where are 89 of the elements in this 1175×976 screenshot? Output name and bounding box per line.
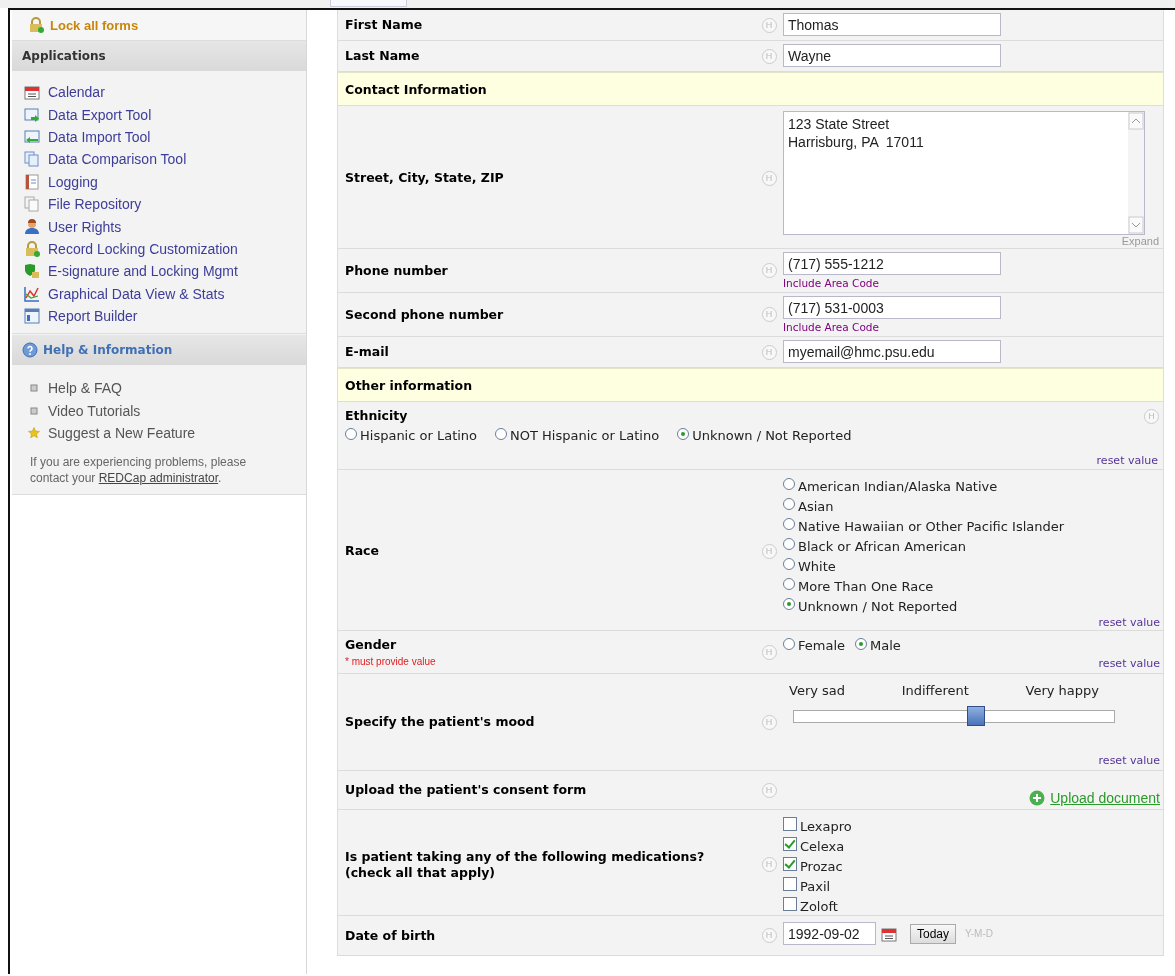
scale-label: Very happy	[1025, 683, 1099, 698]
user-icon	[24, 218, 40, 235]
help-link[interactable]: Suggest a New Feature	[48, 425, 196, 442]
field-label: Street, City, State, ZIP	[345, 170, 505, 186]
help-link[interactable]: Video Tutorials	[48, 402, 141, 419]
sidebar-link[interactable]: User Rights	[48, 218, 122, 235]
section-header: Applications	[12, 41, 306, 71]
sidebar-link[interactable]: Data Comparison Tool	[48, 151, 187, 168]
field-label: Upload the patient's consent form	[345, 782, 588, 798]
checkbox-option[interactable]: Zoloft	[783, 896, 1161, 916]
field-label: E-mail	[345, 344, 390, 360]
import-icon	[24, 128, 40, 145]
date-format: Y-M-D	[965, 928, 993, 939]
sidebar-link[interactable]: Logging	[48, 173, 98, 190]
field-label: Gender	[345, 637, 398, 653]
section-title: Help & Information	[43, 342, 173, 360]
admin-link[interactable]: REDCap administrator	[98, 471, 219, 486]
report-icon	[24, 308, 40, 325]
text-field[interactable]: myemail@hmc.psu.edu	[783, 340, 1001, 363]
star-icon	[28, 427, 40, 440]
sidebar-link[interactable]: Data Export Tool	[48, 106, 152, 123]
text-field[interactable]: (717) 531-0003	[783, 296, 1001, 319]
field-label: Race	[345, 543, 380, 559]
chart-icon	[24, 285, 40, 302]
scrollbar-icon	[1128, 112, 1144, 234]
shield-lock-icon	[24, 263, 40, 280]
bullet-icon	[28, 404, 40, 417]
radio-option[interactable]: Asian	[783, 496, 1161, 516]
required-note: * must provide value	[345, 656, 437, 667]
date-field[interactable]: 1992-09-02	[783, 922, 876, 945]
help-link[interactable]: Help & FAQ	[48, 380, 122, 397]
radio-option[interactable]: NOT Hispanic or Latino	[495, 428, 660, 443]
text-field[interactable]: (717) 555-1212	[783, 252, 1001, 275]
today-button[interactable]: Today	[910, 923, 957, 944]
section-header: Other information	[338, 368, 1163, 402]
lock-icon	[24, 240, 40, 257]
field-label: Ethnicity	[345, 408, 408, 424]
text-field[interactable]: Wayne	[783, 44, 1001, 67]
text-field[interactable]: Thomas	[783, 13, 1001, 36]
documents-icon	[24, 151, 40, 168]
reset-link[interactable]: reset value	[1098, 754, 1160, 767]
radio-option[interactable]: Hispanic or Latino	[345, 428, 478, 443]
scale-label: Indifferent	[901, 683, 969, 698]
field-label: Date of birth	[345, 927, 437, 944]
radio-option[interactable]: Male	[855, 638, 901, 653]
calendar-icon	[24, 84, 40, 101]
radio-option[interactable]: Unknown / Not Reported	[783, 596, 1161, 616]
reset-link[interactable]: reset value	[1098, 616, 1160, 629]
sidebar-link[interactable]: Calendar	[48, 84, 105, 101]
help-note: If you are experiencing problems, please contact your REDCap administrator.	[30, 454, 248, 487]
slider-handle[interactable]	[967, 706, 986, 726]
section-header: Contact Information	[338, 72, 1163, 106]
calendar-icon	[881, 925, 897, 942]
radio-option[interactable]: White	[783, 556, 1161, 576]
text-area[interactable]: 123 State Street Harrisburg, PA 17011	[783, 111, 1145, 235]
help-icon	[22, 342, 38, 359]
radio-option[interactable]: Female	[783, 638, 845, 653]
checkbox-option[interactable]: Celexa	[783, 836, 1161, 856]
sidebar-link[interactable]: Report Builder	[48, 308, 138, 325]
log-icon	[24, 173, 40, 190]
field-label: Phone number	[345, 262, 449, 279]
field-label: Last Name	[345, 48, 421, 64]
bullet-icon	[28, 382, 40, 395]
radio-option[interactable]: American Indian/Alaska Native	[783, 476, 1161, 496]
field-label: Is patient taking any of the following medications? (check all that apply)	[345, 848, 706, 881]
lock-icon	[28, 17, 44, 33]
sidebar-link[interactable]: Graphical Data View & Stats	[48, 285, 225, 302]
reset-link[interactable]: reset value	[1096, 454, 1158, 467]
reset-link[interactable]: reset value	[1098, 657, 1160, 670]
radio-option[interactable]: Native Hawaiian or Other Pacific Islander	[783, 516, 1161, 536]
sidebar-link[interactable]: Data Import Tool	[48, 128, 151, 145]
checkbox-option[interactable]: Lexapro	[783, 816, 1161, 836]
sidebar-link[interactable]: E-signature and Locking Mgmt	[48, 263, 238, 280]
field-label: Specify the patient's mood	[345, 714, 536, 730]
files-icon	[24, 196, 40, 213]
checkbox-option[interactable]: Prozac	[783, 856, 1161, 876]
scale-label: Very sad	[789, 683, 846, 698]
radio-option[interactable]: More Than One Race	[783, 576, 1161, 596]
radio-option[interactable]: Black or African American	[783, 536, 1161, 556]
sidebar-link[interactable]: Record Locking Customization	[48, 240, 238, 257]
add-icon	[1029, 790, 1046, 806]
radio-option[interactable]: Unknown / Not Reported	[677, 428, 852, 443]
field-note: Include Area Code	[783, 321, 880, 333]
export-icon	[24, 106, 40, 123]
field-label: Second phone number	[345, 306, 505, 323]
sidebar-link[interactable]: File Repository	[48, 196, 142, 213]
field-label: First Name	[345, 17, 424, 33]
checkbox-option[interactable]: Paxil	[783, 876, 1161, 896]
field-note: Include Area Code	[783, 277, 880, 289]
